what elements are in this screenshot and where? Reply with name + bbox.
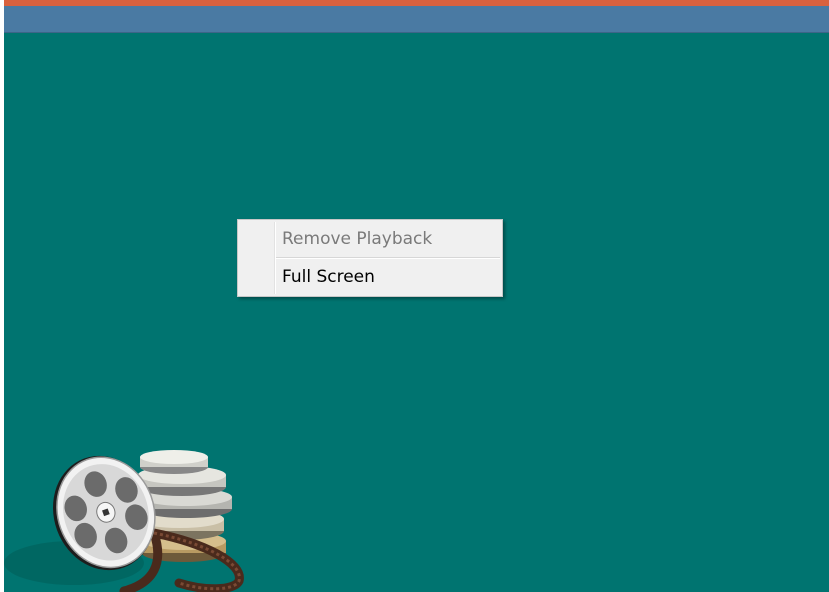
menu-item-full-screen[interactable]: Full Screen: [238, 260, 502, 294]
menu-item-label: Full Screen: [282, 267, 375, 287]
menu-separator: [276, 257, 500, 259]
app-window: Remove Playback Full Screen: [4, 0, 829, 592]
playback-area[interactable]: Remove Playback Full Screen: [4, 33, 829, 592]
menu-item-label: Remove Playback: [282, 229, 433, 249]
top-bar: [4, 6, 829, 33]
context-menu: Remove Playback Full Screen: [237, 219, 503, 297]
film-reel-icon: [4, 450, 244, 592]
menu-item-remove-playback: Remove Playback: [238, 222, 502, 256]
